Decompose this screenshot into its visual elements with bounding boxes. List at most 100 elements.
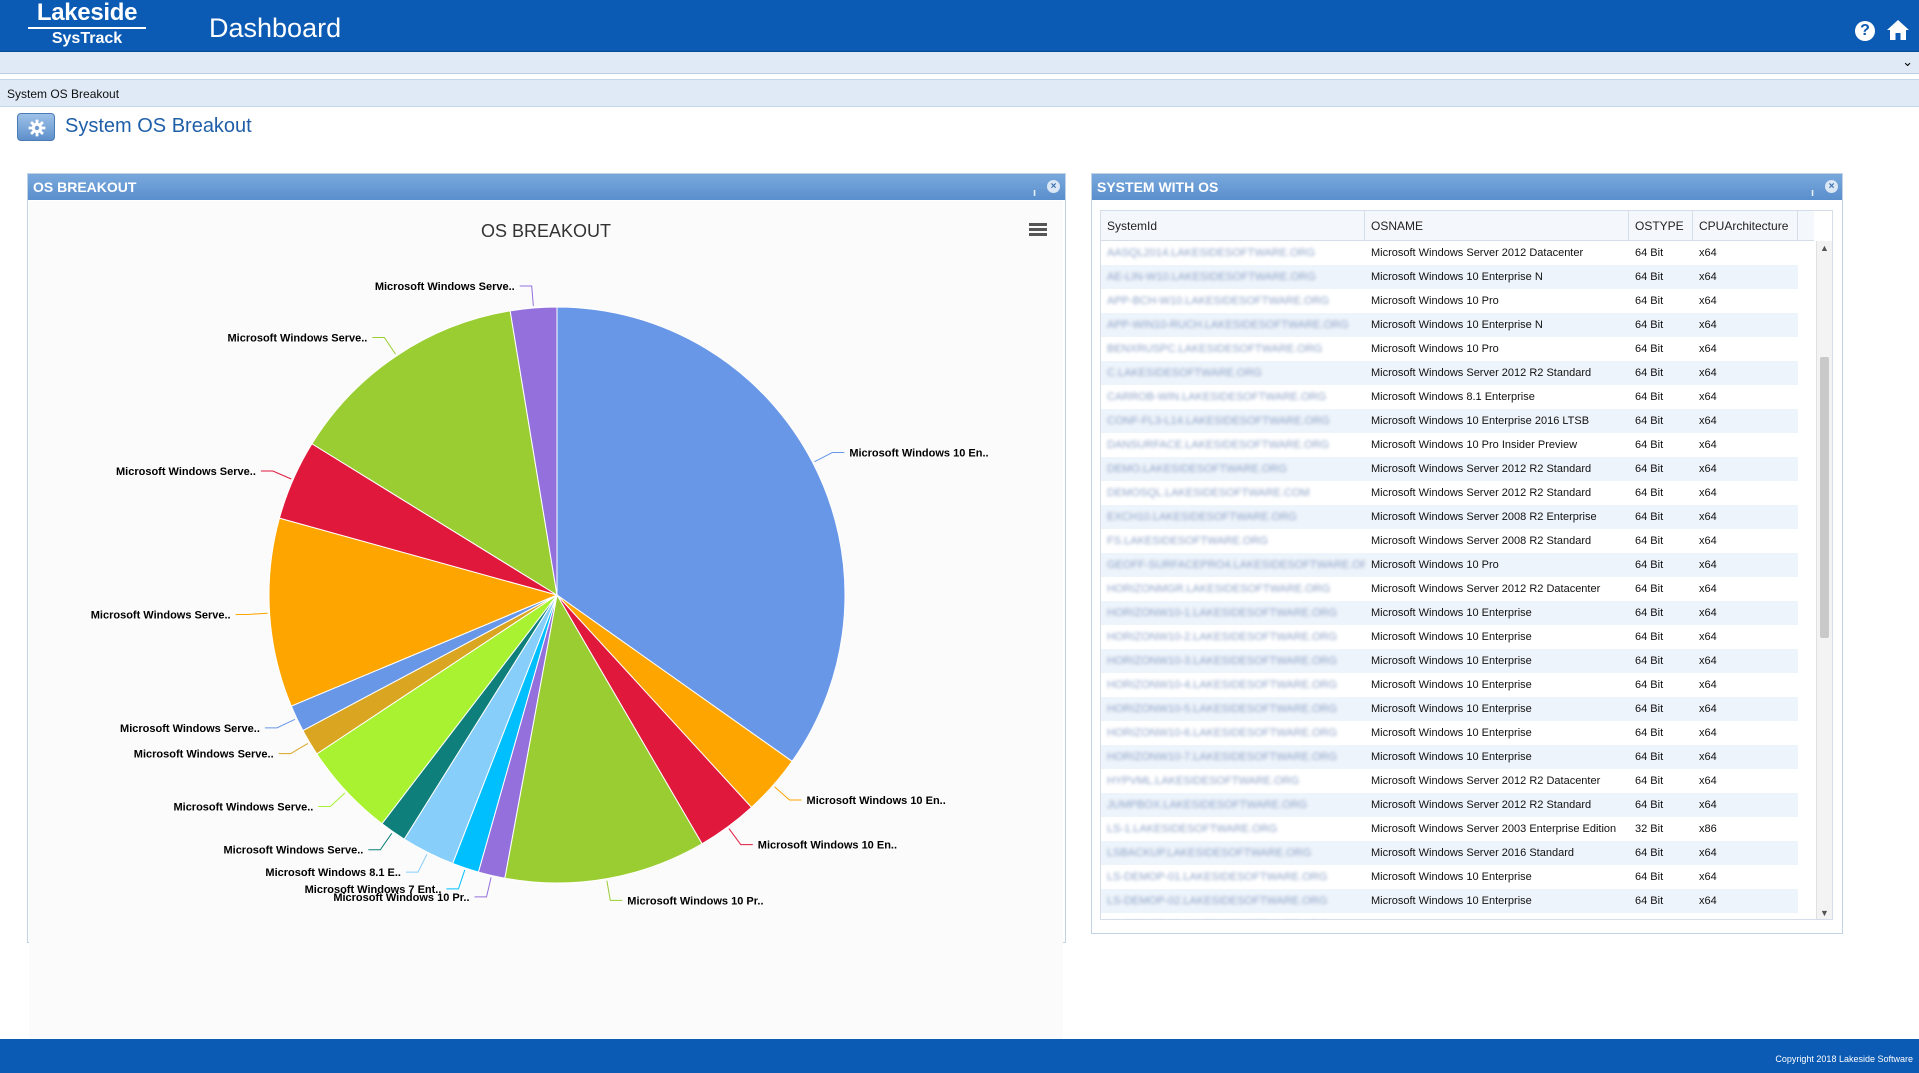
systemid-cell: DEMOSQL.LAKESIDESOFTWARE.COM	[1107, 487, 1310, 499]
dashboard-selector-bar[interactable]: ⌄	[0, 52, 1919, 74]
cpuarchitecture-cell: x64	[1699, 727, 1717, 739]
cpuarchitecture-cell: x64	[1699, 247, 1717, 259]
settings-button[interactable]	[17, 113, 55, 141]
systemid-cell: DEMO.LAKESIDESOFTWARE.ORG	[1107, 463, 1287, 475]
home-icon[interactable]	[1886, 18, 1910, 42]
vertical-scrollbar[interactable]: ▲ ▼	[1816, 241, 1832, 919]
table-row[interactable]: LS-DEMOP-03.LAKESIDESOFTWARE.ORGMicrosof…	[1101, 913, 1798, 919]
table-row[interactable]: APP-WIN10-RUCH.LAKESIDESOFTWARE.ORG Micro…	[1101, 313, 1798, 337]
table-row[interactable]: APP-BCH-W10.LAKESIDESOFTWARE.ORG Microsof…	[1101, 289, 1798, 313]
cpuarchitecture-cell: x86	[1699, 823, 1717, 835]
table-row[interactable]: HORIZONW10-7.LAKESIDESOFTWARE.ORG Microso…	[1101, 745, 1798, 769]
close-icon[interactable]: ×	[1047, 180, 1060, 193]
osname-cell: Microsoft Windows 10 Enterprise	[1371, 679, 1532, 691]
table-row[interactable]: FS.LAKESIDESOFTWARE.ORG Microsoft Windows…	[1101, 529, 1798, 553]
osname-cell: Microsoft Windows Server 2012 Datacenter	[1371, 247, 1584, 259]
slice-connector	[474, 877, 492, 898]
ostype-cell: 64 Bit	[1635, 367, 1664, 379]
cpuarchitecture-cell: x64	[1699, 295, 1717, 307]
table-row[interactable]: HORIZONW10-3.LAKESIDESOFTWARE.ORG Microso…	[1101, 649, 1798, 673]
cpuarchitecture-cell: x64	[1699, 751, 1717, 763]
slice-connector	[814, 452, 845, 463]
systemid-cell: LS-DEMOP-01.LAKESIDESOFTWARE.ORG	[1107, 871, 1328, 883]
slice-connector	[406, 853, 428, 873]
table-row[interactable]: JUMPBOX.LAKESIDESOFTWARE.ORG Microsoft Wi…	[1101, 793, 1798, 817]
table-row[interactable]: HORIZONW10-6.LAKESIDESOFTWARE.ORG Microso…	[1101, 721, 1798, 745]
cpuarchitecture-cell: x64	[1699, 463, 1717, 475]
systemid-cell: HORIZONW10-4.LAKESIDESOFTWARE.ORG	[1107, 679, 1338, 691]
cpuarchitecture-cell: x64	[1699, 655, 1717, 667]
table-row[interactable]: HORIZONW10-1.LAKESIDESOFTWARE.ORG Microso…	[1101, 601, 1798, 625]
systemid-cell: HORIZONW10-7.LAKESIDESOFTWARE.ORG	[1107, 751, 1338, 763]
cpuarchitecture-cell: x64	[1699, 343, 1717, 355]
slice-connector	[235, 612, 268, 615]
table-row[interactable]: C.LAKESIDESOFTWARE.ORG Microsoft Windows …	[1101, 361, 1798, 385]
ostype-cell: 64 Bit	[1635, 799, 1664, 811]
table-row[interactable]: BENXRUSPC.LAKESIDESOFTWARE.ORG Microsoft …	[1101, 337, 1798, 361]
table-row[interactable]: LS-1.LAKESIDESOFTWARE.ORG Microsoft Windo…	[1101, 817, 1798, 841]
scroll-down-icon[interactable]: ▼	[1820, 908, 1829, 918]
slice-connector	[519, 285, 534, 307]
cpuarchitecture-cell: x64	[1699, 439, 1717, 451]
systemid-cell: APP-WIN10-RUCH.LAKESIDESOFTWARE.ORG	[1107, 319, 1349, 331]
table-row[interactable]: CONF-FL3-L14.LAKESIDESOFTWARE.ORG Microso…	[1101, 409, 1798, 433]
app-title: Dashboard	[209, 13, 342, 43]
osname-cell: Microsoft Windows Server 2012 R2 Datacen…	[1371, 583, 1601, 595]
gear-icon	[28, 119, 46, 137]
cpuarchitecture-cell: x64	[1699, 415, 1717, 427]
help-icon[interactable]: ?	[1855, 21, 1875, 41]
cpuarchitecture-cell: x64	[1699, 271, 1717, 283]
ostype-cell: 64 Bit	[1635, 655, 1664, 667]
ostype-cell: 64 Bit	[1635, 679, 1664, 691]
slice-label: Microsoft Windows Serve..	[173, 801, 313, 813]
osname-cell: Microsoft Windows 10 Enterprise	[1371, 895, 1532, 907]
osname-cell: Microsoft Windows 10 Enterprise	[1371, 607, 1532, 619]
slice-label: Microsoft Windows Serve..	[120, 723, 260, 735]
column-header-cpuarchitecture[interactable]: CPUArchitecture	[1693, 211, 1798, 241]
pin-icon[interactable]: ı	[1811, 180, 1814, 206]
table-row[interactable]: LSBACKUP.LAKESIDESOFTWARE.ORG Microsoft W…	[1101, 841, 1798, 865]
table-row[interactable]: CARROB-WIN.LAKESIDESOFTWARE.ORG Microsoft…	[1101, 385, 1798, 409]
systemid-cell: LSBACKUP.LAKESIDESOFTWARE.ORG	[1107, 847, 1312, 859]
slice-connector	[368, 833, 393, 851]
close-icon[interactable]: ×	[1825, 180, 1838, 193]
table-row[interactable]: AE-LIN-W10.LAKESIDESOFTWARE.ORG Microsoft…	[1101, 265, 1798, 289]
table-row[interactable]: HORIZONMGR.LAKESIDESOFTWARE.ORG Microsoft…	[1101, 577, 1798, 601]
chevron-down-icon[interactable]: ⌄	[1902, 54, 1913, 70]
column-header-osname[interactable]: OSNAME	[1365, 211, 1629, 241]
page-title: System OS Breakout	[65, 115, 252, 137]
logo-sub-text: SysTrack	[51, 30, 123, 47]
scroll-thumb[interactable]	[1820, 357, 1829, 638]
systemid-cell: EXCH10.LAKESIDESOFTWARE.ORG	[1107, 511, 1297, 523]
column-header-ostype[interactable]: OSTYPE	[1629, 211, 1693, 241]
table-row[interactable]: EXCH10.LAKESIDESOFTWARE.ORG Microsoft Win…	[1101, 505, 1798, 529]
systemid-cell: FS.LAKESIDESOFTWARE.ORG	[1107, 535, 1268, 547]
osname-cell: Microsoft Windows Server 2008 R2 Enterpr…	[1371, 511, 1597, 523]
os-breakout-panel-title: OS BREAKOUT	[33, 179, 137, 195]
table-row[interactable]: HORIZONW10-2.LAKESIDESOFTWARE.ORG Microso…	[1101, 625, 1798, 649]
ostype-cell: 64 Bit	[1635, 703, 1664, 715]
systemid-cell: HORIZONW10-1.LAKESIDESOFTWARE.ORG	[1107, 607, 1338, 619]
column-header-systemid[interactable]: SystemId	[1101, 211, 1365, 241]
table-row[interactable]: GEOFF-SURFACEPRO4.LAKESIDESOFTWARE.ORG Mi…	[1101, 553, 1798, 577]
osname-cell: Microsoft Windows Server 2016 Standard	[1371, 847, 1574, 859]
scroll-up-icon[interactable]: ▲	[1820, 243, 1829, 253]
table-row[interactable]: HYPVML.LAKESIDESOFTWARE.ORG Microsoft Win…	[1101, 769, 1798, 793]
logo-main-text: Lakeside	[36, 0, 138, 26]
table-row[interactable]: HORIZONW10-4.LAKESIDESOFTWARE.ORG Microso…	[1101, 673, 1798, 697]
table-row[interactable]: HORIZONW10-5.LAKESIDESOFTWARE.ORG Microso…	[1101, 697, 1798, 721]
systemid-cell: HORIZONW10-6.LAKESIDESOFTWARE.ORG	[1107, 727, 1338, 739]
osname-cell: Microsoft Windows 10 Pro	[1371, 559, 1499, 571]
table-row[interactable]: AASQL2014.LAKESIDESOFTWARE.ORG Microsoft …	[1101, 241, 1798, 265]
os-breakout-panel: OS BREAKOUT ı × OS BREAKOUT Microsoft Wi…	[27, 173, 1066, 1059]
slice-connector	[278, 742, 309, 755]
lakeside-systrack-logo[interactable]: Lakeside SysTrack	[22, 0, 152, 52]
table-row[interactable]: DEMO.LAKESIDESOFTWARE.ORG Microsoft Windo…	[1101, 457, 1798, 481]
ostype-cell: 64 Bit	[1635, 271, 1664, 283]
table-row[interactable]: LS-DEMOP-02.LAKESIDESOFTWARE.ORG Microsof…	[1101, 889, 1798, 913]
table-row[interactable]: LS-DEMOP-01.LAKESIDESOFTWARE.ORG Microsof…	[1101, 865, 1798, 889]
slice-connector	[264, 718, 296, 729]
table-row[interactable]: DEMOSQL.LAKESIDESOFTWARE.COM Microsoft Wi…	[1101, 481, 1798, 505]
ostype-cell: 64 Bit	[1635, 439, 1664, 451]
table-row[interactable]: DANSURFACE.LAKESIDESOFTWARE.ORG Microsoft…	[1101, 433, 1798, 457]
